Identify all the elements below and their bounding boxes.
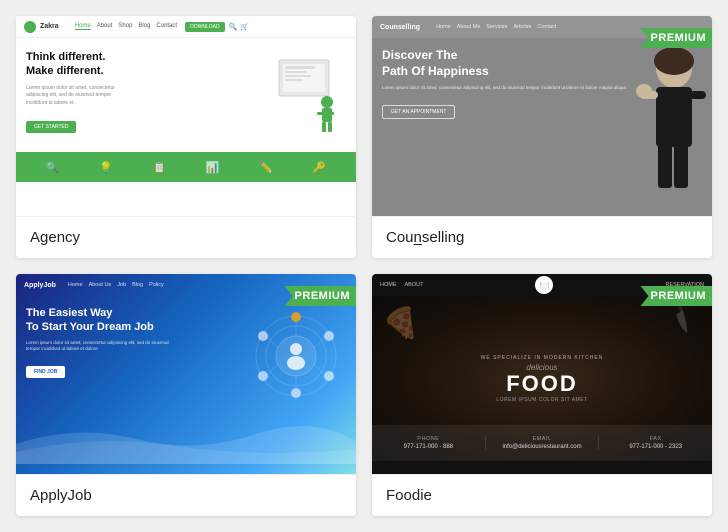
applyjob-nav-links: Home About Us Job Blog Policy [68,282,164,288]
agency-body-text: Lorem ipsum dolor sit amet, consectetura… [26,85,258,108]
bar-icon-2: 💡 [99,161,113,174]
food-small-text: WE SPECIALIZE IN MODERN KITCHEN [481,355,604,361]
agency-cta-button: GET STARTED [26,121,76,133]
applyjob-cta-button: FIND JOB [26,366,65,378]
applyjob-circles-diagram [251,311,341,401]
food-sub-text: LOREM IPSUM COLOR SIT AMET [481,397,604,403]
applyjob-wave [16,414,356,464]
counselling-nav-articles: Articles [513,24,531,30]
applyjob-nav-about: About Us [89,282,112,288]
food-footer-email: EMAIL info@deliciousrestaurant.com [486,436,600,450]
agency-content: Think different.Make different. Lorem ip… [26,50,258,140]
counselling-premium-badge: PREMIUM [641,28,712,48]
search-icon: 🔍 [229,23,238,31]
food-nav-about: ABOUT [405,282,424,288]
food-logo-circle: 🍽️ [535,276,553,294]
applyjob-logo: ApplyJob [24,282,56,289]
applyjob-heading: The Easiest WayTo Start Your Dream Job [26,306,186,335]
cart-icon: 🛒 [240,23,249,31]
food-card[interactable]: PREMIUM HOME ABOUT 🍽️ RESERVATION 🍕 🔪 WE… [372,274,712,516]
applyjob-body: The Easiest WayTo Start Your Dream Job L… [16,296,356,464]
bar-icon-4: 📊 [206,161,220,174]
agency-logo-text: Zakra [40,23,59,30]
agency-card-title: Agency [16,216,356,258]
counselling-preview: PREMIUM Counselling Home About Me Servic… [372,16,712,216]
food-main-heading: FOOD [481,373,604,395]
food-footer-phone-value: 977-171-000 - 888 [372,444,485,450]
counselling-nav-services: Services [486,24,507,30]
counselling-nav-about: About Me [457,24,481,30]
applyjob-nav-home: Home [68,282,83,288]
agency-logo-circle [24,21,36,33]
applyjob-nav-job: Job [117,282,126,288]
agency-nav-link-blog: Blog [138,23,150,30]
counselling-heading: Discover ThePath Of Happiness [382,48,702,79]
food-footer-fax-value: 977-171-000 - 2323 [599,444,712,450]
counselling-nav-home: Home [436,24,451,30]
bar-icon-1: 🔍 [46,161,60,174]
applyjob-premium-badge: PREMIUM [285,286,356,306]
agency-heading: Think different.Make different. [26,50,258,79]
food-footer-phone-label: PHONE [372,436,485,442]
counselling-card[interactable]: PREMIUM Counselling Home About Me Servic… [372,16,712,258]
food-logo-area: 🍽️ [535,276,553,294]
food-footer-email-label: EMAIL [486,436,599,442]
applyjob-card-title: ApplyJob [16,474,356,516]
food-footer: PHONE 977-171-000 - 888 EMAIL info@delic… [372,425,712,461]
bar-icon-6: 🔑 [312,161,326,174]
agency-green-bar: 🔍 💡 📋 📊 ✏️ 🔑 [16,152,356,182]
counselling-body-text: Lorem ipsum dolor sit amet, consectetur … [382,85,702,92]
counselling-body: Discover ThePath Of Happiness Lorem ipsu… [372,38,712,193]
food-footer-email-value: info@deliciousrestaurant.com [486,444,599,450]
food-card-title: Foodie [372,474,712,516]
counselling-card-title: Counselling [372,216,712,258]
food-footer-fax: FAX 977-171-000 - 2323 [599,436,712,450]
agency-nav-links: Home About Shop Blog Contact [75,23,177,30]
counselling-nav-contact: Contact [537,24,556,30]
food-preview: PREMIUM HOME ABOUT 🍽️ RESERVATION 🍕 🔪 WE… [372,274,712,474]
agency-card[interactable]: Zakra Home About Shop Blog Contact DOWNL… [16,16,356,258]
agency-logo: Zakra [24,21,59,33]
applyjob-card[interactable]: PREMIUM ApplyJob Home About Us Job Blog … [16,274,356,516]
counselling-cta-button: GET AN APPOINTMENT [382,105,455,119]
agency-nav-link-about: About [97,23,113,30]
food-footer-phone: PHONE 977-171-000 - 888 [372,436,486,450]
applyjob-nav-blog: Blog [132,282,143,288]
agency-nav-cta: DOWNLOAD [185,22,224,32]
counselling-nav-links: Home About Me Services Articles Contact [436,24,556,30]
agency-nav-link-shop: Shop [118,23,132,30]
counselling-logo: Counselling [380,24,420,31]
food-premium-badge: PREMIUM [641,286,712,306]
food-body: 🍕 🔪 WE SPECIALIZE IN MODERN KITCHEN deli… [372,296,712,461]
applyjob-nav-policy: Policy [149,282,164,288]
agency-body: Think different.Make different. Lorem ip… [16,38,356,152]
food-nav-home: HOME [380,282,397,288]
agency-preview: Zakra Home About Shop Blog Contact DOWNL… [16,16,356,216]
bar-icon-5: ✏️ [259,161,273,174]
food-content: WE SPECIALIZE IN MODERN KITCHEN deliciou… [481,355,604,403]
counselling-content: Discover ThePath Of Happiness Lorem ipsu… [382,48,702,183]
agency-nav-icons: 🔍 🛒 [229,23,249,31]
agency-nav: Zakra Home About Shop Blog Contact DOWNL… [16,16,356,38]
agency-nav-link-contact: Contact [156,23,177,30]
card-grid: Zakra Home About Shop Blog Contact DOWNL… [16,16,712,516]
bar-icon-3: 📋 [152,161,166,174]
agency-nav-link-home: Home [75,23,91,30]
agency-illustration [266,50,346,140]
food-decoration-left: 🍕 [382,306,419,341]
applyjob-preview: PREMIUM ApplyJob Home About Us Job Blog … [16,274,356,474]
food-footer-fax-label: FAX [599,436,712,442]
applyjob-text: Lorem ipsum dolor sit amet, consectetur … [26,340,176,354]
